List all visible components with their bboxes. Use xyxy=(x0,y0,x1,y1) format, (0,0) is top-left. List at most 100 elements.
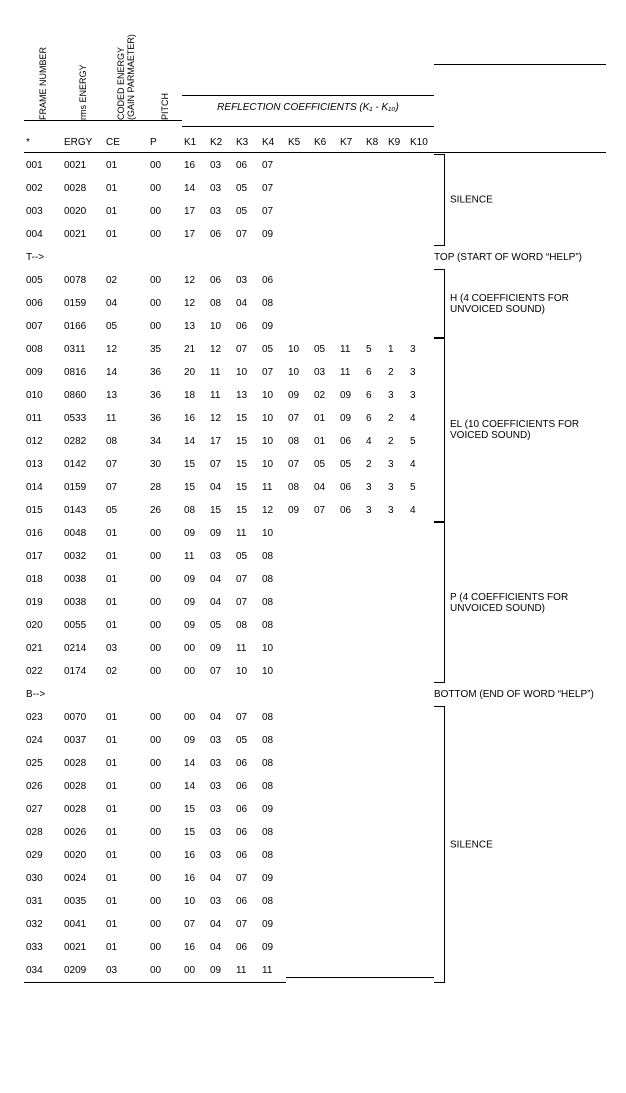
rms-energy: 0159 xyxy=(62,292,104,315)
k10 xyxy=(408,804,434,816)
frame-number: 024 xyxy=(24,729,62,752)
frame-number: 027 xyxy=(24,798,62,821)
bracket-icon xyxy=(434,269,445,338)
section-label: H (4 COEFFICIENTS FOR UNVOICED SOUND) xyxy=(450,293,600,315)
bracket-icon xyxy=(434,338,445,522)
k5 xyxy=(286,873,312,885)
k8: 5 xyxy=(364,338,386,361)
k6: 04 xyxy=(312,476,338,499)
k8 xyxy=(364,620,386,632)
rms-energy: 0159 xyxy=(62,476,104,499)
frame-number: 032 xyxy=(24,913,62,936)
header-k9: K9 xyxy=(386,133,408,152)
frame-number: 001 xyxy=(24,154,62,177)
k10 xyxy=(408,574,434,586)
marker-left: T--> xyxy=(24,246,62,269)
marker-mid xyxy=(62,689,434,701)
k6: 05 xyxy=(312,453,338,476)
k2: 03 xyxy=(208,890,234,913)
k8 xyxy=(364,183,386,195)
k2: 04 xyxy=(208,476,234,499)
k8 xyxy=(364,160,386,172)
k9 xyxy=(386,275,408,287)
pitch: 00 xyxy=(148,522,182,545)
coded-energy: 01 xyxy=(104,223,148,246)
header-frame: FRAME NUMBER xyxy=(24,20,62,121)
k10 xyxy=(408,735,434,747)
coded-energy: 01 xyxy=(104,867,148,890)
k5 xyxy=(286,528,312,540)
frame-number: 019 xyxy=(24,591,62,614)
k10 xyxy=(408,942,434,954)
k4: 08 xyxy=(260,729,286,752)
k8 xyxy=(364,666,386,678)
rms-energy: 0041 xyxy=(62,913,104,936)
frame-number: 021 xyxy=(24,637,62,660)
k6 xyxy=(312,643,338,655)
k5: 10 xyxy=(286,338,312,361)
k1: 18 xyxy=(182,384,208,407)
k10 xyxy=(408,919,434,931)
k6: 02 xyxy=(312,384,338,407)
k1: 11 xyxy=(182,545,208,568)
pitch: 35 xyxy=(148,338,182,361)
frame-number: 011 xyxy=(24,407,62,430)
pitch: 00 xyxy=(148,177,182,200)
k4: 07 xyxy=(260,200,286,223)
frame-number: 014 xyxy=(24,476,62,499)
rms-energy: 0032 xyxy=(62,545,104,568)
k6 xyxy=(312,804,338,816)
coded-energy: 01 xyxy=(104,568,148,591)
k5 xyxy=(286,827,312,839)
k8 xyxy=(364,850,386,862)
bracket-icon xyxy=(434,706,445,983)
k3: 15 xyxy=(234,453,260,476)
k4: 11 xyxy=(260,959,286,983)
frame-number: 006 xyxy=(24,292,62,315)
k6 xyxy=(312,574,338,586)
k10 xyxy=(408,827,434,839)
k2: 08 xyxy=(208,292,234,315)
k3: 13 xyxy=(234,384,260,407)
header-k7: K7 xyxy=(338,133,364,152)
k4: 08 xyxy=(260,890,286,913)
k6 xyxy=(312,206,338,218)
k2: 10 xyxy=(208,315,234,338)
k1: 14 xyxy=(182,775,208,798)
k3: 10 xyxy=(234,660,260,683)
k3: 05 xyxy=(234,545,260,568)
k6 xyxy=(312,666,338,678)
k1: 09 xyxy=(182,614,208,637)
k9 xyxy=(386,919,408,931)
k6 xyxy=(312,620,338,632)
rms-energy: 0142 xyxy=(62,453,104,476)
k7 xyxy=(338,873,364,885)
k2: 03 xyxy=(208,752,234,775)
k4: 07 xyxy=(260,154,286,177)
k4: 10 xyxy=(260,407,286,430)
k8 xyxy=(364,781,386,793)
pitch: 00 xyxy=(148,775,182,798)
k10: 4 xyxy=(408,453,434,476)
pitch: 00 xyxy=(148,269,182,292)
subhdr-ce: CE xyxy=(104,133,148,152)
section-label: SILENCE xyxy=(450,839,600,850)
k5 xyxy=(286,275,312,287)
k4: 08 xyxy=(260,844,286,867)
frame-number: 026 xyxy=(24,775,62,798)
k2: 07 xyxy=(208,453,234,476)
k2: 03 xyxy=(208,775,234,798)
k3: 11 xyxy=(234,959,260,983)
frame-number: 020 xyxy=(24,614,62,637)
pitch: 00 xyxy=(148,706,182,729)
k4: 09 xyxy=(260,936,286,959)
k6 xyxy=(312,183,338,195)
k8 xyxy=(364,942,386,954)
k7: 11 xyxy=(338,338,364,361)
marker-right: TOP (START OF WORD “HELP”) xyxy=(434,246,606,269)
k4: 07 xyxy=(260,177,286,200)
k3: 06 xyxy=(234,752,260,775)
k5 xyxy=(286,160,312,172)
frame-number: 008 xyxy=(24,338,62,361)
k1: 00 xyxy=(182,637,208,660)
